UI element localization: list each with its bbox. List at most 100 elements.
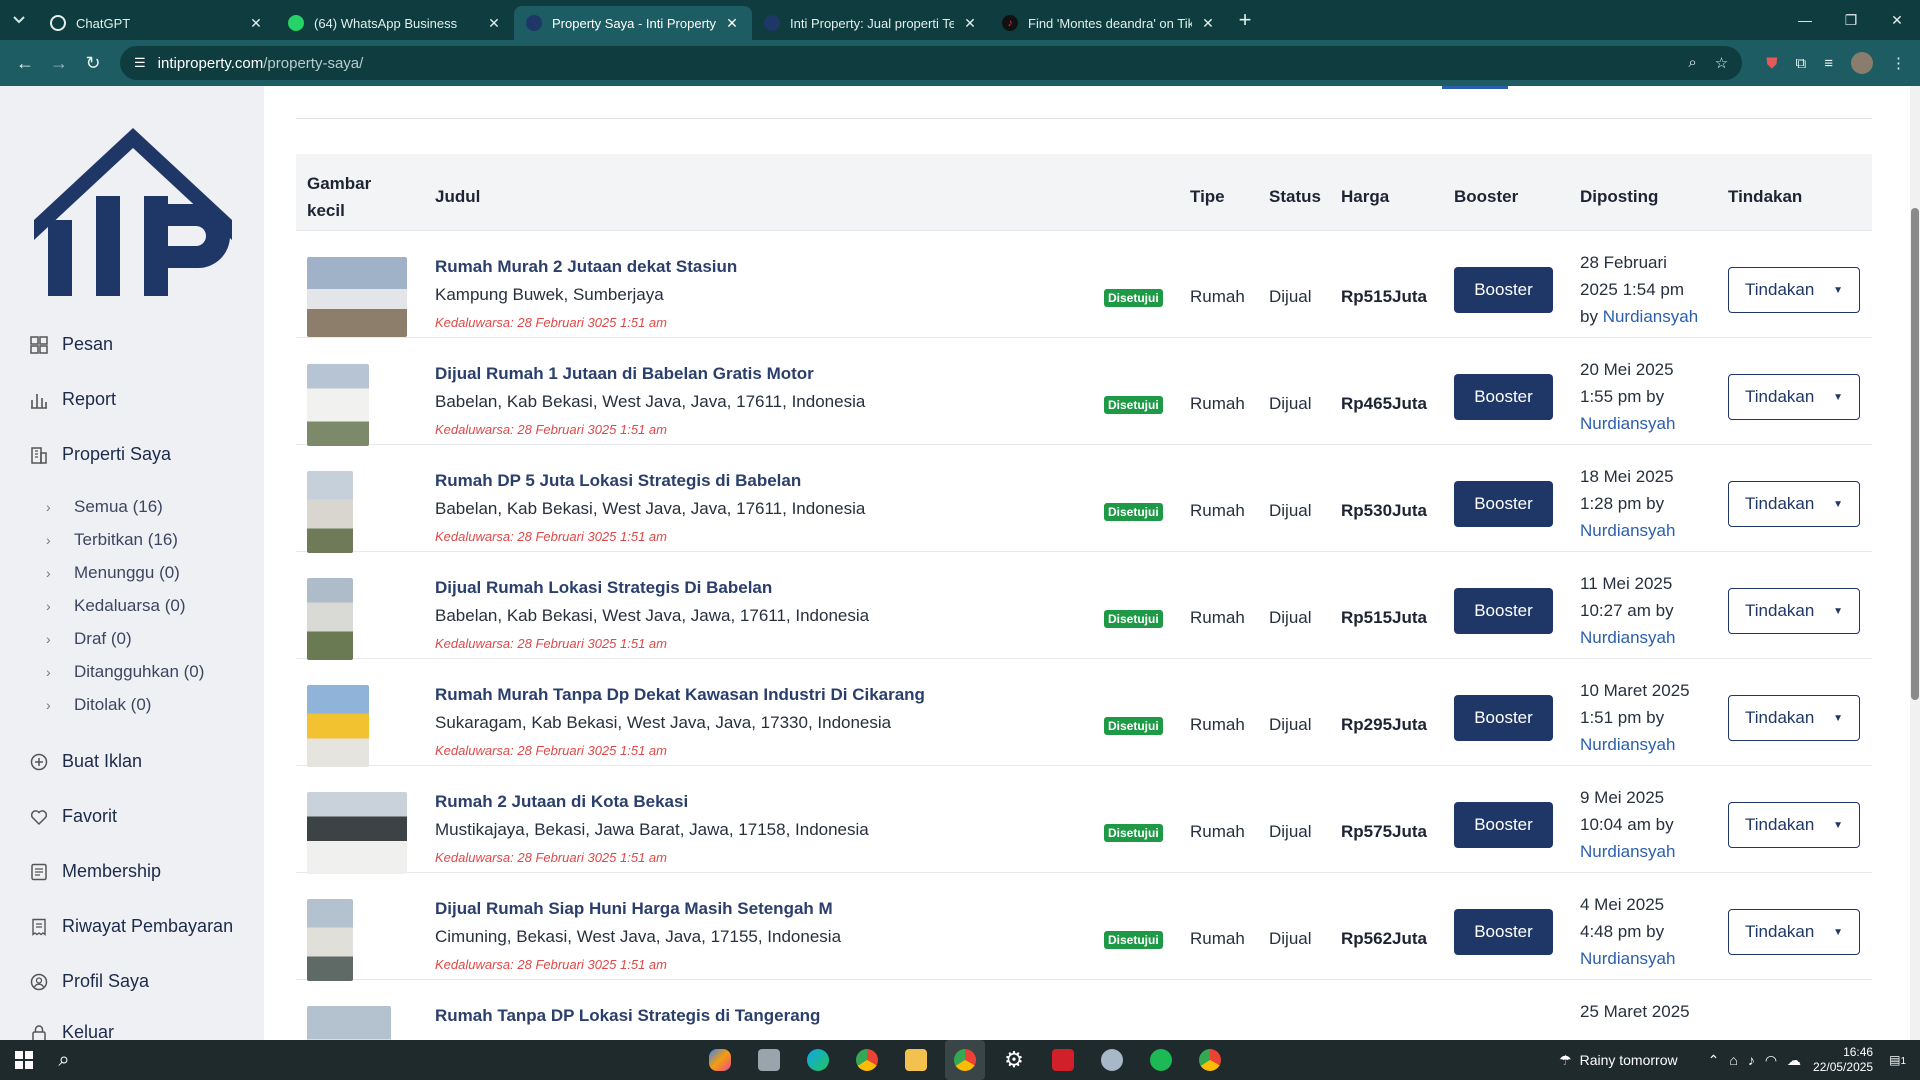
close-tab-icon[interactable]: ✕ bbox=[486, 15, 502, 32]
browser-tab-inti-property[interactable]: Inti Property: Jual properti Terle ✕ bbox=[752, 6, 990, 40]
browser-tab-chatgpt[interactable]: ChatGPT ✕ bbox=[38, 6, 276, 40]
tab-search-icon[interactable] bbox=[0, 0, 38, 40]
sidebar-item-buat-iklan[interactable]: Buat Iklan bbox=[30, 751, 142, 772]
chevron-up-icon[interactable]: ⌃ bbox=[1708, 1052, 1720, 1069]
sidebar-item-riwayat-pembayaran[interactable]: Riwayat Pembayaran bbox=[30, 916, 233, 937]
close-tab-icon[interactable]: ✕ bbox=[248, 15, 264, 32]
reload-icon[interactable]: ↻ bbox=[76, 46, 110, 80]
property-thumbnail[interactable] bbox=[307, 364, 369, 446]
sidebar-subitem-terbitkan[interactable]: › Terbitkan (16) bbox=[46, 530, 178, 550]
tindakan-dropdown[interactable]: Tindakan ▼ bbox=[1728, 802, 1860, 848]
booster-button[interactable]: Booster bbox=[1454, 267, 1553, 313]
app-icon[interactable] bbox=[1092, 1040, 1132, 1080]
browser-tab-property-saya[interactable]: Property Saya - Inti Property ✕ bbox=[514, 6, 752, 40]
property-title-link[interactable]: Rumah DP 5 Juta Lokasi Strategis di Babe… bbox=[435, 471, 801, 491]
author-link[interactable]: Nurdiansyah bbox=[1580, 842, 1675, 861]
sidebar-item-profil-saya[interactable]: Profil Saya bbox=[30, 971, 149, 992]
property-thumbnail[interactable] bbox=[307, 899, 353, 981]
sidebar-item-membership[interactable]: Membership bbox=[30, 861, 161, 882]
tindakan-dropdown[interactable]: Tindakan ▼ bbox=[1728, 374, 1860, 420]
sidebar-subitem-ditolak[interactable]: › Ditolak (0) bbox=[46, 695, 151, 715]
close-tab-icon[interactable]: ✕ bbox=[1200, 15, 1216, 32]
forward-icon[interactable]: → bbox=[42, 46, 76, 80]
author-link[interactable]: Nurdiansyah bbox=[1603, 307, 1698, 326]
copilot-icon[interactable] bbox=[700, 1040, 740, 1080]
minimize-icon[interactable]: — bbox=[1782, 0, 1828, 40]
booster-button[interactable]: Booster bbox=[1454, 481, 1553, 527]
sidebar-item-properti-saya[interactable]: Properti Saya bbox=[30, 444, 171, 465]
file-explorer-icon[interactable] bbox=[896, 1040, 936, 1080]
sidebar-item-favorit[interactable]: Favorit bbox=[30, 806, 117, 827]
sidebar-subitem-draf[interactable]: › Draf (0) bbox=[46, 629, 132, 649]
author-link[interactable]: Nurdiansyah bbox=[1580, 949, 1675, 968]
sidebar-item-report[interactable]: Report bbox=[30, 389, 116, 410]
sidebar-subitem-ditangguhkan[interactable]: › Ditangguhkan (0) bbox=[46, 662, 204, 682]
chrome-app-icon[interactable] bbox=[1190, 1040, 1230, 1080]
author-link[interactable]: Nurdiansyah bbox=[1580, 628, 1675, 647]
edge-icon[interactable] bbox=[798, 1040, 838, 1080]
close-tab-icon[interactable]: ✕ bbox=[962, 15, 978, 32]
chrome-icon[interactable] bbox=[847, 1040, 887, 1080]
tindakan-dropdown[interactable]: Tindakan ▼ bbox=[1728, 267, 1860, 313]
sidebar-subitem-menunggu[interactable]: › Menunggu (0) bbox=[46, 563, 180, 583]
property-title-link[interactable]: Dijual Rumah 1 Jutaan di Babelan Gratis … bbox=[435, 364, 814, 384]
network-icon[interactable]: ⌂ bbox=[1729, 1052, 1737, 1068]
wifi-icon[interactable]: ◠ bbox=[1765, 1052, 1777, 1069]
property-title-link[interactable]: Rumah 2 Jutaan di Kota Bekasi bbox=[435, 792, 688, 812]
sidebar-subitem-semua[interactable]: › Semua (16) bbox=[46, 497, 163, 517]
bookmark-star-icon[interactable]: ☆ bbox=[1715, 54, 1728, 72]
browser-menu-icon[interactable]: ⋮ bbox=[1891, 54, 1906, 72]
zoom-icon[interactable]: ⌕ bbox=[1688, 54, 1696, 72]
property-thumbnail[interactable] bbox=[307, 578, 353, 660]
property-thumbnail[interactable] bbox=[307, 685, 369, 767]
photos-icon[interactable] bbox=[749, 1040, 789, 1080]
address-bar[interactable]: ☰ intiproperty.com /property-saya/ ⌕ ☆ bbox=[120, 46, 1743, 80]
system-clock[interactable]: 16:46 22/05/2025 bbox=[1813, 1045, 1873, 1075]
author-link[interactable]: Nurdiansyah bbox=[1580, 521, 1675, 540]
back-icon[interactable]: ← bbox=[8, 46, 42, 80]
weather-text[interactable]: Rainy tomorrow bbox=[1580, 1052, 1678, 1068]
media-controls-icon[interactable]: ≡ bbox=[1824, 55, 1833, 72]
site-info-icon[interactable]: ☰ bbox=[134, 55, 146, 71]
sidebar-item-pesan[interactable]: Pesan bbox=[30, 334, 113, 355]
chrome-profile-icon[interactable] bbox=[945, 1040, 985, 1080]
volume-icon[interactable]: ♪ bbox=[1748, 1052, 1755, 1068]
cloud-icon[interactable]: ☁ bbox=[1787, 1052, 1801, 1069]
tindakan-dropdown[interactable]: Tindakan ▼ bbox=[1728, 588, 1860, 634]
booster-button[interactable]: Booster bbox=[1454, 695, 1553, 741]
close-tab-icon[interactable]: ✕ bbox=[724, 15, 740, 32]
tindakan-dropdown[interactable]: Tindakan ▼ bbox=[1728, 695, 1860, 741]
property-thumbnail[interactable] bbox=[307, 1006, 391, 1040]
booster-button[interactable]: Booster bbox=[1454, 802, 1553, 848]
property-title-link[interactable]: Rumah Tanpa DP Lokasi Strategis di Tange… bbox=[435, 1006, 820, 1026]
property-title-link[interactable]: Dijual Rumah Lokasi Strategis Di Babelan bbox=[435, 578, 772, 598]
booster-button[interactable]: Booster bbox=[1454, 588, 1553, 634]
property-thumbnail[interactable] bbox=[307, 471, 353, 553]
new-tab-button[interactable]: + bbox=[1228, 3, 1262, 37]
property-thumbnail[interactable] bbox=[307, 257, 407, 337]
settings-gear-icon[interactable]: ⚙ bbox=[994, 1040, 1034, 1080]
browser-tab-tiktok[interactable]: ♪ Find 'Montes deandra' on TikTo ✕ bbox=[990, 6, 1228, 40]
property-thumbnail[interactable] bbox=[307, 792, 407, 874]
tindakan-dropdown[interactable]: Tindakan ▼ bbox=[1728, 909, 1860, 955]
profile-avatar[interactable] bbox=[1851, 52, 1873, 74]
windows-start-icon[interactable] bbox=[4, 1040, 44, 1080]
tindakan-dropdown[interactable]: Tindakan ▼ bbox=[1728, 481, 1860, 527]
search-icon[interactable]: ⌕ bbox=[44, 1040, 84, 1080]
spotify-icon[interactable] bbox=[1141, 1040, 1181, 1080]
extensions-icon[interactable]: ⧉ bbox=[1796, 55, 1807, 72]
weather-icon[interactable]: ☂ bbox=[1559, 1052, 1572, 1069]
restore-icon[interactable]: ❐ bbox=[1828, 0, 1874, 40]
scrollbar-thumb[interactable] bbox=[1911, 208, 1919, 700]
site-logo[interactable] bbox=[30, 116, 236, 301]
sidebar-subitem-kedaluarsa[interactable]: › Kedaluarsa (0) bbox=[46, 596, 186, 616]
author-link[interactable]: Nurdiansyah bbox=[1580, 414, 1675, 433]
close-window-icon[interactable]: ✕ bbox=[1874, 0, 1920, 40]
acrobat-icon[interactable] bbox=[1043, 1040, 1083, 1080]
shield-extension-icon[interactable]: ⛊ bbox=[1766, 55, 1777, 72]
property-title-link[interactable]: Dijual Rumah Siap Huni Harga Masih Seten… bbox=[435, 899, 833, 919]
notification-icon[interactable]: ▤1 bbox=[1889, 1053, 1906, 1067]
booster-button[interactable]: Booster bbox=[1454, 374, 1553, 420]
property-title-link[interactable]: Rumah Murah Tanpa Dp Dekat Kawasan Indus… bbox=[435, 685, 925, 705]
browser-tab-whatsapp[interactable]: (64) WhatsApp Business ✕ bbox=[276, 6, 514, 40]
